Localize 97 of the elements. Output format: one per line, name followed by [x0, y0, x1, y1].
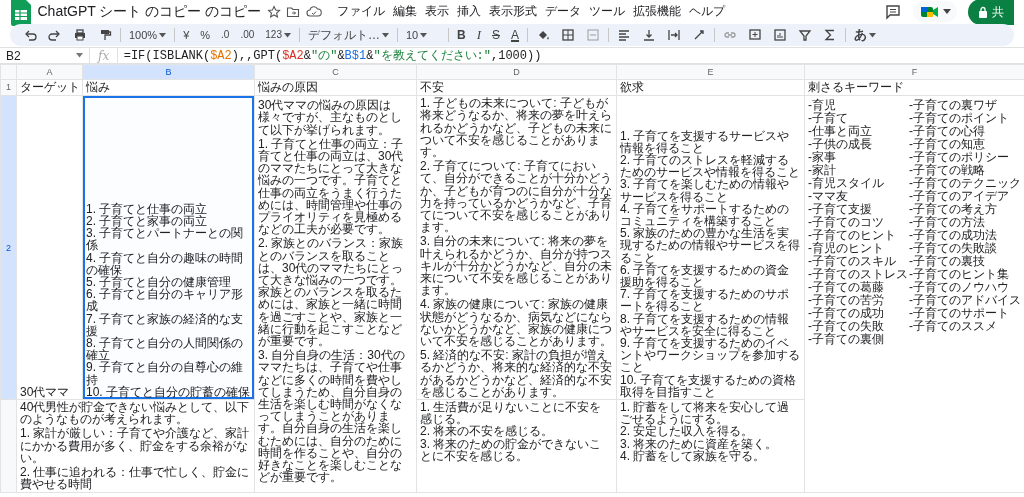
column-title: ターゲット: [16, 79, 83, 96]
font-size-dropdown[interactable]: 10: [403, 26, 443, 44]
keyword-text: -育児: [808, 99, 836, 113]
cell-text: 1. 子育てを支援するサービスや情報を得ること 2. 子育てのストレスを軽減するためのサービスや情報を得ること 3. 子育てを楽しむための情報やサービスを得ること 4. 子育てをサポートするためのコミュニティを構築すること 5. 家族のための豊かな生活を実現するための情報やサービスを得ること 6. 子育てを支援するための資金援助を得ること 7. 子育てを支援するためのサポートを得ること 8. 子育てを支援するための情報やサービスを安全に得ること 9. 子育てを支援するためのイベントやワークショップを参加すること 10. 子育てを支援するための資格取得を目指すこと: [620, 129, 801, 399]
folder-icon[interactable]: [286, 4, 301, 19]
cell-text: 1. 家計が厳しい：子育てや介護など、家計にかかる費用が多く、貯金をする余裕がない。: [20, 427, 251, 465]
menu-item[interactable]: ファイル: [332, 4, 389, 19]
formula-field[interactable]: =IF(ISBLANK($A2),,GPT($A2&"の"&B$1&"を教えてください:",1000)): [118, 46, 1024, 65]
keyword-text: -子育ての裏側: [808, 333, 885, 347]
column-title: 刺さるキーワード: [804, 79, 1024, 96]
increase-decimal-button[interactable]: .00: [237, 26, 258, 44]
horizontal-align-icon: [617, 28, 632, 42]
filter-icon: [798, 28, 813, 42]
column-header[interactable]: A: [16, 64, 83, 80]
keyword-text: -育児のヒント: [808, 242, 885, 256]
text-rotation-icon: [692, 28, 707, 42]
borders-icon: [561, 28, 576, 42]
column-title: 悩みの原因: [254, 79, 417, 96]
cell-text: 2. 仕事に追われる：仕事で忙しく、貯金に費やせる時間: [20, 466, 251, 491]
row-header[interactable]: 2: [0, 95, 17, 400]
column-header[interactable]: E: [616, 64, 805, 80]
keyword-text: -家計: [808, 164, 837, 178]
cloud-icon[interactable]: [305, 4, 322, 19]
star-icon[interactable]: [266, 4, 281, 19]
decrease-decimal-button[interactable]: .0: [218, 26, 233, 44]
keyword-text: -子育てのヒント: [808, 229, 897, 243]
merge-cells-icon: [586, 28, 601, 42]
caret-icon: [284, 32, 291, 38]
undo-icon: [23, 28, 37, 42]
currency-button[interactable]: ¥: [180, 26, 193, 44]
cell-reference: B2: [6, 47, 21, 65]
menu-item[interactable]: ヘルプ: [684, 4, 729, 19]
menu-item[interactable]: 編集: [388, 4, 421, 19]
italic-button[interactable]: I: [473, 26, 484, 44]
camera-icon: [919, 4, 940, 19]
column-title: 悩み: [82, 79, 255, 96]
document-title[interactable]: ChatGPT シート のコピー のコピー: [37, 3, 262, 20]
cell-text: 2. 家族とのバランス：家族とのバランスを取ることは、30代のママたちにとって大きな悩みの一つです。家族とのバランスを取るためには、家族と一緒に時間を過ごすことや、家族と一緒に行動を起こすことなどが重要です。: [258, 237, 405, 348]
keyword-text: -子供の成長: [808, 138, 873, 152]
cell-reference-text: $A2: [282, 48, 304, 63]
cell-text: 30代ママの悩みの原因は様々ですが、主なものとして以下が挙げられます。: [258, 99, 403, 136]
column-header[interactable]: D: [416, 64, 617, 80]
column-title: 不安: [416, 79, 617, 96]
cell-text: 30代ママ: [20, 385, 71, 399]
column-header[interactable]: C: [254, 64, 417, 80]
cell-reference-text: $A2: [210, 48, 232, 63]
menu-item[interactable]: 拡張機能: [628, 4, 685, 19]
cell-text: 1. 子育てと仕事の両立：子育てと仕事の両立は、30代のママたちにとって大きな悩みの一つです。子育てと仕事の両立をうまく行うためには、時間管理や仕事のプライオリティを見極めるなどの工夫が必要です。: [258, 137, 405, 236]
video-call-button[interactable]: [913, 0, 957, 23]
caret-icon: [420, 32, 428, 38]
print-icon: [73, 28, 87, 42]
strikethrough-button[interactable]: S: [489, 26, 503, 44]
caret-icon: [159, 32, 167, 38]
keyword-text: -育児スタイル: [808, 177, 885, 191]
cell-text: 1. 貯蓄をして将来を安心して過ごせるようにする。 2. 安定した収入を得る。 3. 将来のために資産を築く。 4. 貯蓄をして家族を守る。: [620, 401, 791, 463]
comment-icon[interactable]: [884, 2, 903, 21]
redo-icon: [48, 28, 62, 42]
column-header[interactable]: B: [82, 64, 255, 80]
column-header[interactable]: F: [804, 64, 1024, 80]
keyword-text: -仕事と両立: [808, 125, 873, 139]
input-tool-dropdown[interactable]: あ: [851, 26, 880, 44]
cell-text: 3. 自分自身の生活：30代のママたちは、子育てや仕事などに多くの時間を費やしてしまうため、自分自身の生活を楽しむ時間がなくなってしまうことがあります。自分自身の生活を楽しむためには、自分のために時間を作ることや、自分の好きなことを楽しむことなどが重要です。: [258, 349, 406, 484]
text-color-button[interactable]: A: [508, 26, 523, 44]
menu-item[interactable]: 表示形式: [484, 4, 541, 19]
caret-icon: [76, 53, 83, 58]
keyword-text: -子育て: [808, 112, 849, 126]
vertical-align-icon: [642, 28, 657, 42]
keyword-text: -家事: [808, 151, 836, 165]
menu-item[interactable]: ツール: [584, 4, 629, 19]
paint-format-icon: [98, 28, 112, 42]
cell-text: 5. 経済的な不安: 家計の負担が増えるかどうか、将来的な経済的な不安があるかどうかなど、経済的な不安を感じることがあります。: [420, 349, 613, 399]
cell-text: 1. 生活費が足りないことに不安を感じる。 2. 将来の不安を感じる。 3. 将来のための貯金ができないことに不安を感じる。: [420, 401, 603, 463]
share-button[interactable]: 共: [968, 0, 1014, 25]
cell-text: 4. 家族の健康について: 家族の健康状態がどうなるか、病気などにならないかどうかなど、家族の健康について不安を感じることがあります。: [420, 298, 613, 348]
menu-item[interactable]: 表示: [420, 4, 453, 19]
menu-item[interactable]: データ: [540, 4, 585, 19]
cell-text: 1. 子どもの未来について: 子どもが将来どうなるか、将来の夢を叶えられるかどうかなど、子どもの未来について不安を感じることがあります。: [420, 97, 613, 159]
cell-text: 40代男性が貯金できない悩みとして、以下のようなものが考えられます。: [20, 401, 251, 426]
chart-icon: [773, 28, 788, 42]
column-title: 欲求: [616, 79, 805, 96]
menu-item[interactable]: 挿入: [452, 4, 485, 19]
comment-icon: [748, 28, 763, 42]
cell-reference-text: B$1: [344, 48, 367, 63]
percent-button[interactable]: %: [197, 26, 214, 44]
text-wrap-icon: [667, 28, 682, 42]
font-dropdown[interactable]: デフォルト…: [305, 26, 392, 44]
number-format-dropdown[interactable]: 123: [262, 26, 294, 44]
cell-text: 2. 子育てについて: 子育てにおいて、自分ができることが十分かどうか、子どもが育つのに自分が十分な力を持っているかどうかなど、子育てについて不安を感じることがあります。: [420, 160, 613, 234]
caret-icon: [869, 32, 877, 38]
bold-button[interactable]: B: [454, 26, 469, 44]
cell-text: 3. 自分の未来について: 将来の夢を叶えられるかどうか、自分が持つスキルが十分かどうかなど、自分の未来について不安を感じることがあります。: [420, 235, 613, 297]
lock-icon: [978, 5, 988, 18]
cell-text: 1. 子育てと仕事の両立 2. 子育てと家事の両立 3. 子育てとパートナーとの関係 4. 子育てと自分の趣味の時間の確保 5. 子育てと自分の健康管理 6. 子育てと自分のキャリア形成 7. 子育てと家族の経済的な支援 8. 子育てと自分の人間関係の確立 9. 子育てと自分の自尊心の維持 10. 子育てと自分の貯蓄の確保: [86, 202, 251, 399]
caret-icon: [942, 8, 951, 15]
zoom-dropdown[interactable]: 100%: [126, 26, 170, 44]
keyword-text: -子育てのススメ: [909, 320, 998, 334]
caret-icon: [382, 32, 389, 38]
